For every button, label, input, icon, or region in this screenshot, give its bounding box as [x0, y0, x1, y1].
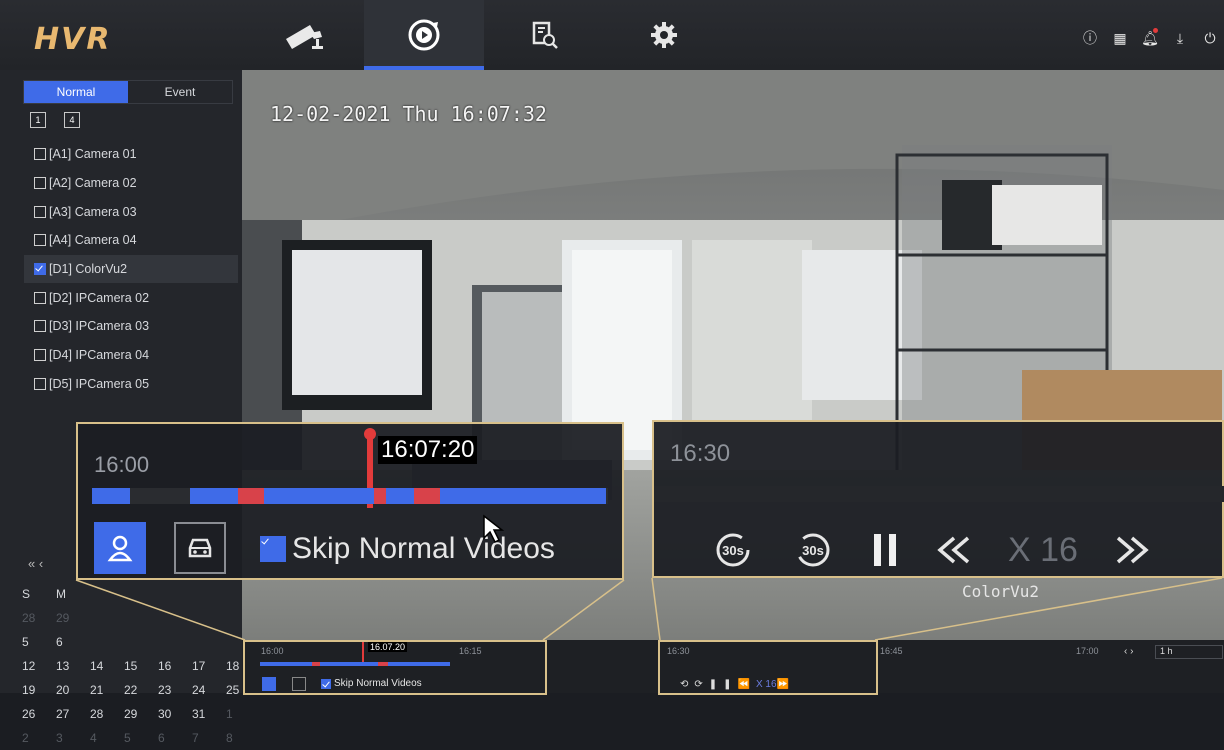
- playback-controls: 30s 30s X 16: [710, 530, 1152, 570]
- day[interactable]: 3: [48, 731, 82, 745]
- span-select[interactable]: 1 h: [1155, 645, 1223, 659]
- skip-normal-toggle[interactable]: Skip Normal Videos: [260, 532, 555, 566]
- day[interactable]: 6: [150, 731, 184, 745]
- svg-text:30s: 30s: [722, 543, 744, 558]
- span-select-value: 1 h: [1160, 646, 1173, 656]
- event-segment[interactable]: [374, 488, 386, 504]
- speed-up-icon[interactable]: [1112, 530, 1152, 570]
- zoom-track[interactable]: [92, 488, 608, 504]
- vehicle-filter-button[interactable]: [174, 522, 226, 574]
- day[interactable]: 30: [150, 707, 184, 721]
- day[interactable]: 28: [82, 707, 116, 721]
- recording-segment[interactable]: [92, 488, 130, 504]
- day[interactable]: 1: [218, 707, 252, 721]
- day[interactable]: 7: [184, 731, 218, 745]
- slow-down-icon[interactable]: [934, 530, 974, 570]
- callout-lines: [75, 577, 1223, 641]
- pause-icon[interactable]: [870, 530, 900, 570]
- day[interactable]: 5: [116, 731, 150, 745]
- day[interactable]: 27: [48, 707, 82, 721]
- car-icon: [188, 538, 212, 558]
- day[interactable]: 8: [218, 731, 252, 745]
- svg-text:30s: 30s: [802, 543, 824, 558]
- skip-label: Skip Normal Videos: [292, 532, 555, 565]
- highlight-box-left: [243, 640, 547, 695]
- rewind-30s-icon[interactable]: 30s: [710, 530, 756, 570]
- zoom-tick-label: 16:00: [94, 452, 150, 477]
- highlight-box-right: [658, 640, 878, 695]
- timeline-nav-arrows[interactable]: ‹ ›: [1124, 646, 1133, 657]
- forward-30s-icon[interactable]: 30s: [790, 530, 836, 570]
- event-segment[interactable]: [414, 488, 440, 504]
- zoom-tick-label: 16:30: [670, 440, 731, 467]
- zoom-panel-left: 16:00 16:07:20 Skip Normal Videos: [76, 422, 624, 580]
- day[interactable]: 31: [184, 707, 218, 721]
- day[interactable]: 29: [116, 707, 150, 721]
- day[interactable]: 4: [82, 731, 116, 745]
- cursor-pointer-icon: [483, 514, 505, 544]
- day[interactable]: 2: [14, 731, 48, 745]
- zoom-track[interactable]: [654, 486, 1224, 502]
- zoom-playhead-knob[interactable]: [364, 428, 376, 440]
- person-icon: [107, 535, 133, 562]
- day[interactable]: 26: [14, 707, 48, 721]
- person-filter-button[interactable]: [94, 522, 146, 574]
- tick-label: 16:45: [880, 646, 903, 656]
- checkbox[interactable]: [260, 536, 286, 562]
- zoom-cursor-time: 16:07:20: [378, 436, 478, 464]
- tick-label: 17:00: [1076, 646, 1099, 656]
- speed-label: X 16: [1008, 530, 1078, 569]
- event-segment[interactable]: [238, 488, 264, 504]
- zoom-panel-right: 16:30 30s 30s X 16: [652, 420, 1224, 578]
